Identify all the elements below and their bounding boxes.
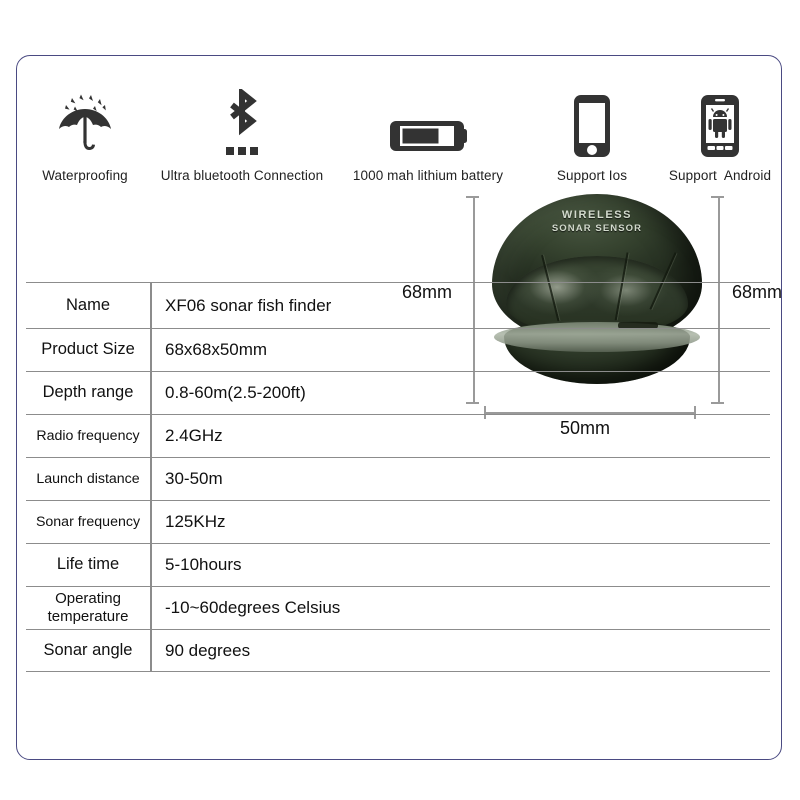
table-row: Radio frequency 2.4GHz (26, 414, 770, 457)
spec-value: 2.4GHz (165, 426, 223, 445)
spec-value: 5-10hours (165, 555, 242, 574)
column-divider (150, 544, 152, 586)
spec-value: 0.8-60m(2.5-200ft) (165, 383, 306, 402)
spec-label: Sonar frequency (35, 513, 141, 530)
spec-label: Product Size (41, 340, 135, 359)
column-divider (150, 415, 152, 457)
spec-value: 68x68x50mm (165, 340, 268, 359)
feature-caption: Support Ios (556, 168, 628, 183)
brand-line-2: SONAR SENSOR (551, 222, 643, 234)
spec-value: XF06 sonar fish finder (165, 295, 332, 315)
feature-support-android: Support Android (658, 68, 782, 183)
spec-label: Sonar angle (43, 640, 133, 659)
spec-value: 90 degrees (165, 640, 251, 660)
table-row: Depth range 0.8-60m(2.5-200ft) (26, 371, 770, 414)
table-row: Sonar frequency 125KHz (26, 500, 770, 543)
feature-waterproofing: Waterproofing (16, 68, 154, 183)
feature-caption: Support Android (668, 168, 772, 183)
spec-label: Radio frequency (36, 427, 140, 444)
spec-label: Operating temperature (47, 590, 129, 625)
column-divider (150, 630, 152, 671)
spec-label: Depth range (42, 383, 134, 402)
table-row: Product Size 68x68x50mm (26, 328, 770, 371)
column-divider (150, 283, 152, 328)
column-divider (150, 587, 152, 629)
column-divider (150, 501, 152, 543)
table-row: Operating temperature -10~60degrees Cels… (26, 586, 770, 629)
spec-value: 30-50m (165, 469, 223, 488)
table-row: Sonar angle 90 degrees (26, 629, 770, 672)
brand-line-1: WIRELESS (561, 209, 633, 221)
feature-icon-row: Waterproofing Ultra bluetooth Connection (16, 68, 782, 183)
feature-bluetooth: Ultra bluetooth Connection (154, 68, 330, 183)
product-brand-text: WIRELESS SONAR SENSOR (492, 208, 702, 236)
feature-battery: 1000 mah lithium battery (330, 68, 526, 183)
battery-icon (388, 87, 468, 159)
table-row: Launch distance 30-50m (26, 457, 770, 500)
column-divider (150, 329, 152, 371)
spec-label: Life time (56, 555, 120, 574)
specification-table: Name XF06 sonar fish finder Product Size… (26, 282, 770, 672)
umbrella-rain-icon (50, 87, 120, 159)
android-phone-icon (698, 87, 742, 159)
spec-label: Launch distance (36, 470, 140, 487)
bluetooth-icon (216, 87, 268, 159)
feature-caption: Waterproofing (42, 168, 128, 183)
spec-label: Name (65, 295, 110, 314)
table-row: Life time 5-10hours (26, 543, 770, 586)
column-divider (150, 372, 152, 414)
feature-support-ios: Support Ios (526, 68, 658, 183)
column-divider (150, 458, 152, 500)
iphone-icon (571, 87, 613, 159)
table-row: Name XF06 sonar fish finder (26, 282, 770, 328)
spec-value: 125KHz (165, 512, 226, 531)
spec-value: -10~60degrees Celsius (165, 598, 341, 617)
feature-caption: 1000 mah lithium battery (352, 168, 504, 183)
feature-caption: Ultra bluetooth Connection (160, 168, 324, 183)
